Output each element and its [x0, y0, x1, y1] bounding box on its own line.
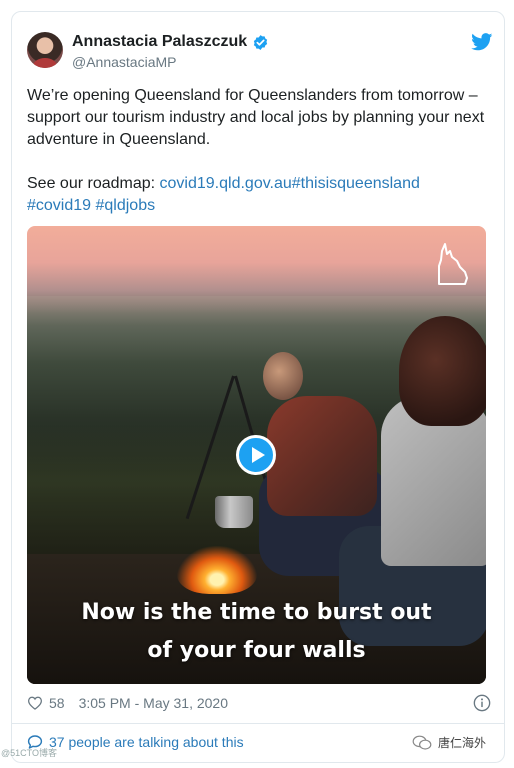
wechat-icon [412, 735, 432, 750]
handle[interactable]: @AnnastaciaMP [72, 54, 176, 70]
twitter-bird-icon[interactable] [471, 33, 493, 51]
tweet-text-line: We’re opening Queensland for Queenslande… [27, 87, 478, 104]
camp-kettle [215, 496, 253, 528]
watermark-left: @51CTO博客 [1, 748, 57, 758]
watermark-right: 唐仁海外 [412, 734, 486, 751]
tweet-card: Annastacia Palaszczuk @AnnastaciaMP We’r… [11, 11, 505, 763]
caption-line: Now is the time to burst out [81, 600, 432, 625]
campfire [177, 546, 257, 594]
man-figure-head [263, 352, 303, 400]
conversation-link[interactable]: 37 people are talking about this [27, 734, 244, 750]
hashtag-thisisqueensland[interactable]: #thisisqueensland [292, 175, 420, 192]
watermark-right-text: 唐仁海外 [438, 736, 487, 750]
video-player[interactable]: Now is the time to burst out of your fou… [27, 226, 486, 684]
divider [12, 723, 504, 724]
man-figure [267, 396, 377, 516]
caption-line: of your four walls [147, 638, 366, 663]
hashtags-line: #covid19 #qldjobs [27, 195, 493, 217]
hashtag-qldjobs[interactable]: #qldjobs [96, 197, 156, 214]
roadmap-line: See our roadmap: covid19.qld.gov.au#this… [27, 173, 493, 195]
queensland-outline-icon [438, 243, 468, 285]
tweet-footer: 58 3:05 PM - May 31, 2020 [27, 693, 493, 713]
like-count[interactable]: 58 [49, 695, 65, 711]
tweet-text-line: adventure in Queensland. [27, 131, 211, 148]
hashtag-covid19[interactable]: #covid19 [27, 197, 91, 214]
avatar[interactable] [27, 32, 63, 68]
talking-text: 37 people are talking about this [49, 734, 244, 750]
horizon-haze [27, 296, 486, 326]
heart-icon[interactable] [27, 696, 43, 710]
verified-badge-icon [254, 34, 268, 50]
roadmap-link[interactable]: covid19.qld.gov.au [160, 175, 292, 192]
tweet-header: Annastacia Palaszczuk @AnnastaciaMP [12, 12, 504, 82]
info-icon[interactable] [473, 694, 491, 712]
play-button[interactable] [236, 435, 276, 475]
tweet-text-line: support our tourism industry and local j… [27, 109, 485, 126]
video-caption: Now is the time to burst out of your fou… [27, 594, 486, 670]
woman-figure-hair [399, 316, 486, 426]
timestamp[interactable]: 3:05 PM - May 31, 2020 [79, 695, 228, 711]
roadmap-prefix: See our roadmap: [27, 175, 160, 192]
author-name-row[interactable]: Annastacia Palaszczuk [72, 33, 269, 51]
tweet-text: We’re opening Queensland for Queenslande… [27, 85, 493, 217]
display-name[interactable]: Annastacia Palaszczuk [72, 33, 247, 51]
